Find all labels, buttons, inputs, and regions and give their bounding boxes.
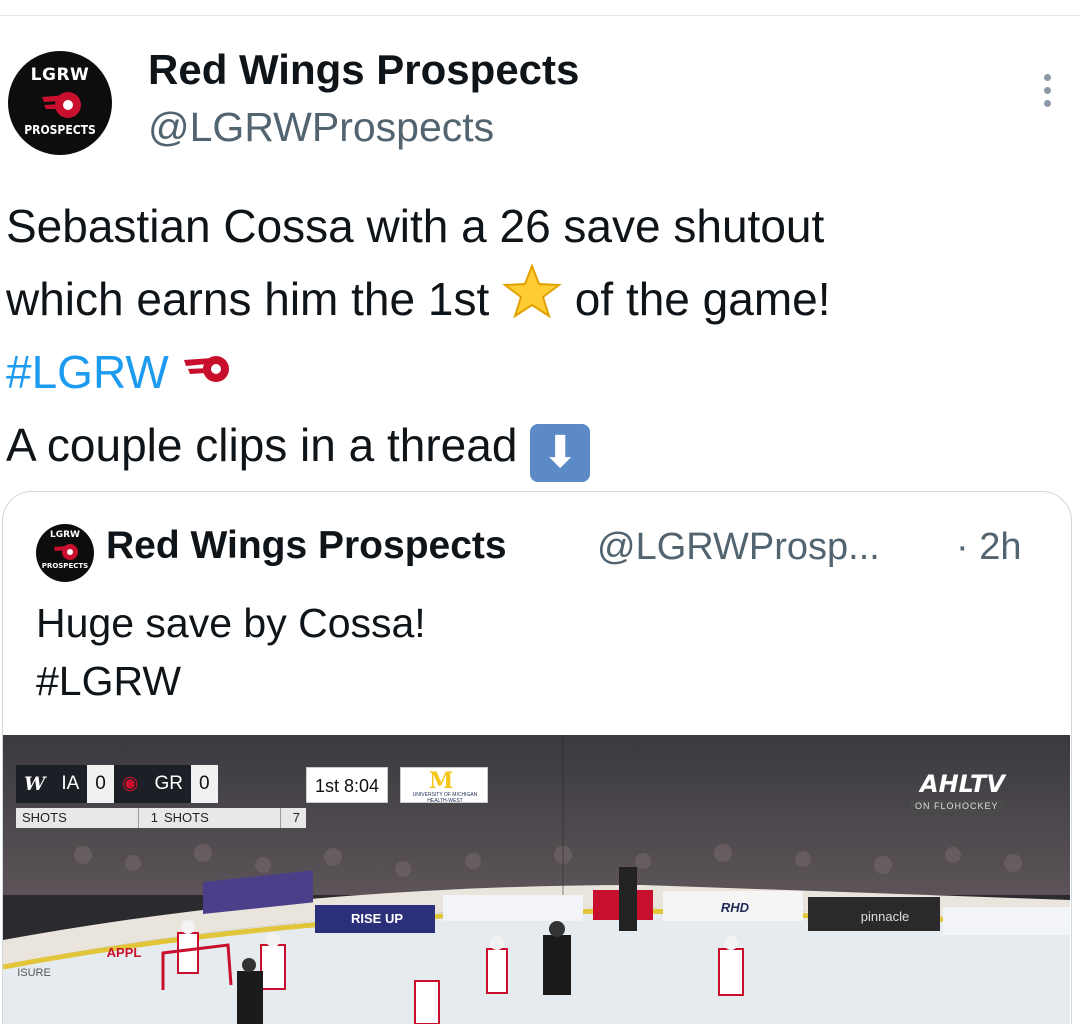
team2-abbr: GR <box>146 765 191 803</box>
tweet-line-2: which earns him the 1st of the game! <box>6 263 1076 336</box>
board-ad-riseup: RISE UP <box>350 911 403 926</box>
quoted-avatar[interactable]: LGRW PROSPECTS <box>36 524 94 582</box>
avatar-logo-subtext: PROSPECTS <box>24 123 96 137</box>
team2-shots: SHOTS 7 <box>158 808 306 828</box>
team2-logo-icon: ◉ <box>113 765 147 803</box>
tweet-line-3: #LGRW <box>6 336 1076 409</box>
tweet-text: Sebastian Cossa with a 26 save shutout w… <box>6 190 1076 482</box>
team1-score: 0 <box>87 765 114 803</box>
top-divider <box>0 15 1080 16</box>
author-handle[interactable]: @LGRWProspects <box>148 104 494 151</box>
team2-shots-label: SHOTS <box>158 808 280 828</box>
team1-abbr: IA <box>53 765 88 803</box>
quoted-line-1: Huge save by Cossa! <box>36 600 426 646</box>
quoted-text: Huge save by Cossa! #LGRW <box>36 594 426 710</box>
sponsor-text: UNIVERSITY OF MICHIGAN HEALTH-WEST <box>412 792 478 804</box>
winged-wheel-logo-icon <box>42 92 81 118</box>
team2-score: 0 <box>190 765 218 803</box>
profile-avatar[interactable]: LGRW PROSPECTS <box>8 51 112 155</box>
quoted-avatar-subtext: PROSPECTS <box>41 562 89 570</box>
quoted-winged-wheel-icon <box>54 544 78 560</box>
quoted-avatar-text: LGRW <box>50 530 80 540</box>
broadcaster-logo: AHLTV <box>920 770 1005 798</box>
broadcaster-subtitle: ON FLOHOCKEY <box>910 800 1004 812</box>
team1-shots-label: SHOTS <box>16 808 138 828</box>
down-arrow-emoji-icon: ⬇ <box>530 424 591 482</box>
sponsor-badge: M UNIVERSITY OF MICHIGAN HEALTH-WEST <box>400 767 488 804</box>
board-ad-pinnacle: pinnacle <box>860 909 910 924</box>
tweet-line-4: A couple clips in a thread ⬇ <box>6 409 1076 482</box>
quoted-display-name[interactable]: Red Wings Prospects <box>106 524 507 568</box>
period-clock: 1st 8:04 <box>306 767 389 803</box>
quoted-handle[interactable]: @LGRWProsp... <box>597 526 880 569</box>
tweet-line-1: Sebastian Cossa with a 26 save shutout <box>6 200 825 252</box>
quoted-timestamp[interactable]: · 2h <box>956 526 1021 569</box>
red-wing-emoji-icon <box>183 356 229 382</box>
author-display-name[interactable]: Red Wings Prospects <box>148 46 579 94</box>
team2-shots-value: 7 <box>280 808 306 828</box>
tweet-line-2-start: which earns him the 1st <box>6 273 490 325</box>
hashtag-link[interactable]: #LGRW <box>6 346 169 398</box>
star-emoji-icon <box>502 263 562 319</box>
team1-shots: SHOTS 1 <box>16 808 164 828</box>
scoreboard: W IA 0 ◉ GR 0 <box>16 765 218 803</box>
board-ad-rhd: RHD <box>720 900 750 915</box>
quoted-hashtag: #LGRW <box>36 658 182 704</box>
board-ad-isure: ISURE <box>17 967 51 979</box>
tweet-line-2-end: of the game! <box>574 273 831 325</box>
more-options-icon[interactable] <box>1036 74 1058 114</box>
sponsor-logo: M <box>429 768 454 794</box>
board-ad-appl: APPL <box>106 945 142 960</box>
team1-logo-icon: W <box>16 765 54 803</box>
avatar-logo-text: LGRW <box>30 65 90 85</box>
tweet-line-4-text: A couple clips in a thread <box>6 419 518 471</box>
